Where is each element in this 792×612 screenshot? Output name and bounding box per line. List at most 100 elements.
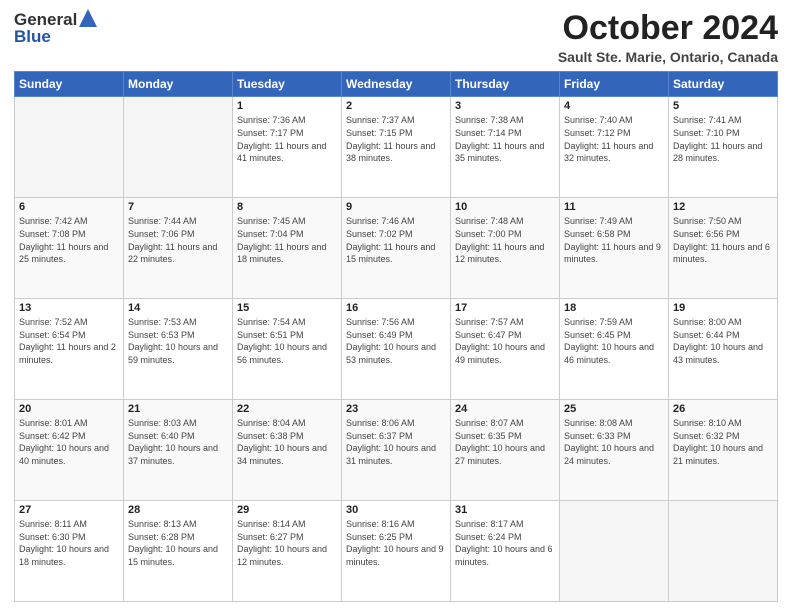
- day-number: 18: [564, 302, 664, 314]
- day-number: 2: [346, 100, 446, 112]
- day-number: 8: [237, 201, 337, 213]
- day-number: 16: [346, 302, 446, 314]
- day-number: 20: [19, 403, 119, 415]
- day-number: 4: [564, 100, 664, 112]
- calendar-cell: 3 Sunrise: 7:38 AMSunset: 7:14 PMDaylight…: [451, 97, 560, 198]
- col-monday: Monday: [124, 72, 233, 97]
- day-number: 19: [673, 302, 773, 314]
- day-number: 14: [128, 302, 228, 314]
- day-info: Sunrise: 7:59 AMSunset: 6:45 PMDaylight:…: [564, 316, 664, 366]
- day-number: 1: [237, 100, 337, 112]
- day-info: Sunrise: 7:38 AMSunset: 7:14 PMDaylight:…: [455, 114, 555, 164]
- day-number: 24: [455, 403, 555, 415]
- calendar-cell: 20 Sunrise: 8:01 AMSunset: 6:42 PMDayligh…: [15, 400, 124, 501]
- calendar-cell: 24 Sunrise: 8:07 AMSunset: 6:35 PMDayligh…: [451, 400, 560, 501]
- calendar-cell: 19Sunrise: 8:00 AMSunset: 6:44 PMDayligh…: [669, 299, 778, 400]
- calendar-cell: 2 Sunrise: 7:37 AMSunset: 7:15 PMDaylight…: [342, 97, 451, 198]
- calendar-cell: 18 Sunrise: 7:59 AMSunset: 6:45 PMDayligh…: [560, 299, 669, 400]
- calendar-cell: 29 Sunrise: 8:14 AMSunset: 6:27 PMDayligh…: [233, 501, 342, 602]
- calendar-cell: 31Sunrise: 8:17 AMSunset: 6:24 PMDayligh…: [451, 501, 560, 602]
- day-number: 30: [346, 504, 446, 516]
- day-number: 25: [564, 403, 664, 415]
- calendar-week-2: 6 Sunrise: 7:42 AMSunset: 7:08 PMDaylight…: [15, 198, 778, 299]
- calendar-cell: 23Sunrise: 8:06 AMSunset: 6:37 PMDayligh…: [342, 400, 451, 501]
- calendar-cell: 28 Sunrise: 8:13 AMSunset: 6:28 PMDayligh…: [124, 501, 233, 602]
- day-info: Sunrise: 8:10 AMSunset: 6:32 PMDaylight:…: [673, 417, 773, 467]
- day-info: Sunrise: 8:08 AMSunset: 6:33 PMDaylight:…: [564, 417, 664, 467]
- calendar-cell: 7Sunrise: 7:44 AMSunset: 7:06 PMDaylight…: [124, 198, 233, 299]
- calendar-week-1: 1 Sunrise: 7:36 AMSunset: 7:17 PMDaylight…: [15, 97, 778, 198]
- day-info: Sunrise: 8:17 AMSunset: 6:24 PMDaylight:…: [455, 518, 555, 568]
- title-block: October 2024 Sault Ste. Marie, Ontario, …: [558, 10, 778, 65]
- day-info: Sunrise: 7:41 AMSunset: 7:10 PMDaylight:…: [673, 114, 773, 164]
- logo: General Blue: [14, 10, 97, 47]
- calendar-cell: 10 Sunrise: 7:48 AMSunset: 7:00 PMDayligh…: [451, 198, 560, 299]
- day-number: 10: [455, 201, 555, 213]
- header: General Blue October 2024 Sault Ste. Mar…: [14, 10, 778, 65]
- day-number: 6: [19, 201, 119, 213]
- calendar-cell: 14 Sunrise: 7:53 AMSunset: 6:53 PMDayligh…: [124, 299, 233, 400]
- day-number: 3: [455, 100, 555, 112]
- calendar-cell: 9 Sunrise: 7:46 AMSunset: 7:02 PMDaylight…: [342, 198, 451, 299]
- day-number: 9: [346, 201, 446, 213]
- logo-blue-text: Blue: [14, 27, 97, 47]
- day-number: 12: [673, 201, 773, 213]
- day-info: Sunrise: 7:40 AMSunset: 7:12 PMDaylight:…: [564, 114, 664, 164]
- calendar-cell: 30 Sunrise: 8:16 AMSunset: 6:25 PMDayligh…: [342, 501, 451, 602]
- day-number: 22: [237, 403, 337, 415]
- day-info: Sunrise: 8:01 AMSunset: 6:42 PMDaylight:…: [19, 417, 119, 467]
- calendar-cell: [124, 97, 233, 198]
- day-info: Sunrise: 7:36 AMSunset: 7:17 PMDaylight:…: [237, 114, 337, 164]
- col-wednesday: Wednesday: [342, 72, 451, 97]
- calendar-cell: 22 Sunrise: 8:04 AMSunset: 6:38 PMDayligh…: [233, 400, 342, 501]
- calendar-week-4: 20 Sunrise: 8:01 AMSunset: 6:42 PMDayligh…: [15, 400, 778, 501]
- day-info: Sunrise: 7:42 AMSunset: 7:08 PMDaylight:…: [19, 215, 119, 265]
- day-info: Sunrise: 7:48 AMSunset: 7:00 PMDaylight:…: [455, 215, 555, 265]
- col-tuesday: Tuesday: [233, 72, 342, 97]
- calendar-cell: 5Sunrise: 7:41 AMSunset: 7:10 PMDaylight…: [669, 97, 778, 198]
- calendar-cell: 25 Sunrise: 8:08 AMSunset: 6:33 PMDayligh…: [560, 400, 669, 501]
- calendar-cell: 16 Sunrise: 7:56 AMSunset: 6:49 PMDayligh…: [342, 299, 451, 400]
- day-info: Sunrise: 7:57 AMSunset: 6:47 PMDaylight:…: [455, 316, 555, 366]
- day-info: Sunrise: 7:37 AMSunset: 7:15 PMDaylight:…: [346, 114, 446, 164]
- calendar-week-5: 27Sunrise: 8:11 AMSunset: 6:30 PMDayligh…: [15, 501, 778, 602]
- day-info: Sunrise: 8:07 AMSunset: 6:35 PMDaylight:…: [455, 417, 555, 467]
- day-info: Sunrise: 8:13 AMSunset: 6:28 PMDaylight:…: [128, 518, 228, 568]
- calendar-cell: [15, 97, 124, 198]
- day-number: 17: [455, 302, 555, 314]
- day-number: 29: [237, 504, 337, 516]
- calendar-week-3: 13 Sunrise: 7:52 AMSunset: 6:54 PMDayligh…: [15, 299, 778, 400]
- day-info: Sunrise: 8:06 AMSunset: 6:37 PMDaylight:…: [346, 417, 446, 467]
- calendar-cell: 27Sunrise: 8:11 AMSunset: 6:30 PMDayligh…: [15, 501, 124, 602]
- day-number: 15: [237, 302, 337, 314]
- calendar-cell: [560, 501, 669, 602]
- calendar-cell: 26 Sunrise: 8:10 AMSunset: 6:32 PMDayligh…: [669, 400, 778, 501]
- day-info: Sunrise: 8:04 AMSunset: 6:38 PMDaylight:…: [237, 417, 337, 467]
- page: General Blue October 2024 Sault Ste. Mar…: [0, 0, 792, 612]
- calendar-cell: 4 Sunrise: 7:40 AMSunset: 7:12 PMDaylight…: [560, 97, 669, 198]
- day-number: 21: [128, 403, 228, 415]
- day-info: Sunrise: 7:54 AMSunset: 6:51 PMDaylight:…: [237, 316, 337, 366]
- calendar-cell: 6 Sunrise: 7:42 AMSunset: 7:08 PMDaylight…: [15, 198, 124, 299]
- day-info: Sunrise: 7:52 AMSunset: 6:54 PMDaylight:…: [19, 316, 119, 366]
- day-number: 28: [128, 504, 228, 516]
- day-info: Sunrise: 7:56 AMSunset: 6:49 PMDaylight:…: [346, 316, 446, 366]
- calendar-cell: [669, 501, 778, 602]
- day-info: Sunrise: 7:49 AMSunset: 6:58 PMDaylight:…: [564, 215, 664, 265]
- day-info: Sunrise: 8:14 AMSunset: 6:27 PMDaylight:…: [237, 518, 337, 568]
- day-number: 13: [19, 302, 119, 314]
- day-info: Sunrise: 8:16 AMSunset: 6:25 PMDaylight:…: [346, 518, 446, 568]
- calendar-cell: 17 Sunrise: 7:57 AMSunset: 6:47 PMDayligh…: [451, 299, 560, 400]
- calendar-cell: 15 Sunrise: 7:54 AMSunset: 6:51 PMDayligh…: [233, 299, 342, 400]
- calendar-cell: 13 Sunrise: 7:52 AMSunset: 6:54 PMDayligh…: [15, 299, 124, 400]
- day-info: Sunrise: 7:44 AMSunset: 7:06 PMDaylight:…: [128, 215, 228, 265]
- calendar-cell: 11 Sunrise: 7:49 AMSunset: 6:58 PMDayligh…: [560, 198, 669, 299]
- logo-icon: [79, 9, 97, 29]
- day-info: Sunrise: 8:03 AMSunset: 6:40 PMDaylight:…: [128, 417, 228, 467]
- day-number: 26: [673, 403, 773, 415]
- day-info: Sunrise: 7:46 AMSunset: 7:02 PMDaylight:…: [346, 215, 446, 265]
- day-number: 11: [564, 201, 664, 213]
- calendar-cell: 1 Sunrise: 7:36 AMSunset: 7:17 PMDaylight…: [233, 97, 342, 198]
- day-info: Sunrise: 7:53 AMSunset: 6:53 PMDaylight:…: [128, 316, 228, 366]
- calendar-header-row: Sunday Monday Tuesday Wednesday Thursday…: [15, 72, 778, 97]
